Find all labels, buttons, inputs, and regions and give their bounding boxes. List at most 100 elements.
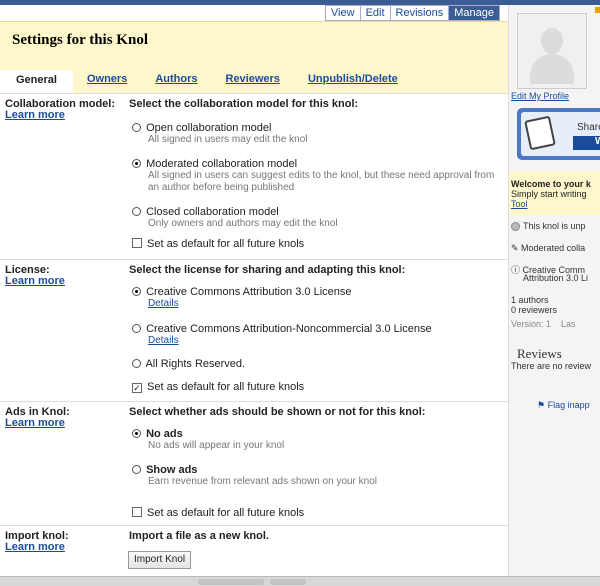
tab-unpublish-delete[interactable]: Unpublish/Delete xyxy=(308,70,398,94)
license-section: License: Learn more Select the license f… xyxy=(0,259,508,401)
flag-text: Flag inapp xyxy=(547,400,590,410)
all-rights-option[interactable]: All Rights Reserved. xyxy=(132,358,245,370)
collaboration-heading: Select the collaboration model for this … xyxy=(129,98,359,110)
welcome-text: Simply start writing xyxy=(511,189,587,199)
main-panel: View Edit Revisions Manage Settings for … xyxy=(0,5,508,576)
all-rights-title: All Rights Reserved. xyxy=(145,358,246,370)
cc-by-nc-title: Creative Commons Attribution-Noncommerci… xyxy=(146,323,432,335)
last-text: Las xyxy=(561,319,576,329)
import-knol-button[interactable]: Import Knol xyxy=(128,551,192,569)
version-text: Version: 1 xyxy=(511,319,552,329)
settings-header: Settings for this Knol General Owners Au… xyxy=(0,21,508,94)
ads-default-label: Set as default for all future knols xyxy=(147,507,305,519)
edit-profile-link[interactable]: Edit My Profile xyxy=(511,91,569,101)
scrollbar-thumb[interactable] xyxy=(198,579,264,585)
tab-reviewers[interactable]: Reviewers xyxy=(226,70,280,94)
license-default-label: Set as default for all future knols xyxy=(147,381,305,393)
learn-more-link[interactable]: Learn more xyxy=(5,541,65,553)
moderated-icon: ✎ xyxy=(511,243,522,253)
share-box: Share W xyxy=(517,108,600,160)
learn-more-link[interactable]: Learn more xyxy=(5,417,65,429)
version-line: Version: 1 Las xyxy=(511,319,576,329)
radio-all-rights[interactable] xyxy=(132,359,141,368)
no-ads-option[interactable]: No ads xyxy=(132,428,183,440)
radio-show-ads[interactable] xyxy=(132,465,141,474)
status-text: This knol is unp xyxy=(523,221,586,231)
flag-icon: ⚑ xyxy=(537,400,548,410)
share-text: Share xyxy=(577,122,600,133)
cc-by-nc-details-link[interactable]: Details xyxy=(148,335,179,346)
cc-icon: ⓘ xyxy=(511,265,523,275)
badge-icon xyxy=(595,7,600,13)
ads-section: Ads in Knol: Learn more Select whether a… xyxy=(0,401,508,525)
no-ads-title: No ads xyxy=(146,428,183,440)
moderated-text: Moderated colla xyxy=(521,243,586,253)
no-ads-desc: No ads will appear in your knol xyxy=(148,440,285,451)
tab-edit[interactable]: Edit xyxy=(361,6,391,20)
ads-heading: Select whether ads should be shown or no… xyxy=(129,406,426,418)
right-sidebar: Edit My Profile Share W Welcome to your … xyxy=(508,5,600,576)
ads-default-checkbox[interactable] xyxy=(132,507,142,517)
tab-manage[interactable]: Manage xyxy=(449,6,499,20)
closed-collab-option[interactable]: Closed collaboration model xyxy=(132,206,279,218)
moderated-collab-title: Moderated collaboration model xyxy=(146,158,298,170)
learn-more-link[interactable]: Learn more xyxy=(5,109,65,121)
flag-link[interactable]: ⚑ Flag inapp xyxy=(537,400,590,411)
tab-authors[interactable]: Authors xyxy=(155,70,197,94)
moderated-line: ✎ Moderated colla xyxy=(511,243,585,254)
page-title: Settings for this Knol xyxy=(12,32,148,48)
radio-no-ads[interactable] xyxy=(132,429,141,438)
write-button[interactable]: W xyxy=(573,136,600,150)
status-dot-icon xyxy=(511,222,520,232)
cc-by-title: Creative Commons Attribution 3.0 License xyxy=(146,286,352,298)
welcome-box: Welcome to your k Simply start writing T… xyxy=(509,171,600,215)
license-heading: Select the license for sharing and adapt… xyxy=(129,264,406,276)
collab-default-option[interactable]: Set as default for all future knols xyxy=(132,237,304,250)
radio-closed[interactable] xyxy=(132,207,141,216)
radio-cc-by-nc[interactable] xyxy=(132,324,141,333)
radio-moderated[interactable] xyxy=(132,159,141,168)
cc-by-details-link[interactable]: Details xyxy=(148,298,179,309)
reviews-title: Reviews xyxy=(517,346,562,361)
open-collab-option[interactable]: Open collaboration model xyxy=(132,122,271,134)
collab-default-label: Set as default for all future knols xyxy=(147,238,305,250)
bottom-scrollbar[interactable] xyxy=(0,576,600,586)
radio-open[interactable] xyxy=(132,123,141,132)
show-ads-option[interactable]: Show ads xyxy=(132,464,197,476)
no-reviews-text: There are no review xyxy=(511,361,592,371)
avatar xyxy=(517,13,587,89)
moderated-collab-option[interactable]: Moderated collaboration model xyxy=(132,158,297,170)
authors-count: 1 authors xyxy=(511,295,549,305)
avatar-head xyxy=(541,28,563,54)
learn-more-link[interactable]: Learn more xyxy=(5,275,65,287)
tab-general[interactable]: General xyxy=(0,70,73,94)
tab-revisions[interactable]: Revisions xyxy=(391,6,450,20)
radio-cc-by[interactable] xyxy=(132,287,141,296)
collab-default-checkbox[interactable] xyxy=(132,238,142,248)
settings-sections: Collaboration model: Learn more Select t… xyxy=(0,93,508,576)
open-collab-title: Open collaboration model xyxy=(146,122,272,134)
license-default-option[interactable]: ✓ Set as default for all future knols xyxy=(132,381,304,393)
pencil-pad-icon xyxy=(524,115,556,151)
moderated-collab-desc: All signed in users can suggest edits to… xyxy=(148,170,495,193)
cc-line2: Attribution 3.0 Li xyxy=(523,273,589,283)
settings-tabs: General Owners Authors Reviewers Unpubli… xyxy=(0,70,412,94)
open-collab-desc: All signed in users may edit the knol xyxy=(148,134,308,145)
ads-default-option[interactable]: Set as default for all future knols xyxy=(132,506,304,519)
scrollbar-thumb-2[interactable] xyxy=(270,579,306,585)
tab-view[interactable]: View xyxy=(326,6,361,20)
tab-owners[interactable]: Owners xyxy=(87,70,127,94)
closed-collab-desc: Only owners and authors may edit the kno… xyxy=(148,218,338,229)
collaboration-section: Collaboration model: Learn more Select t… xyxy=(0,93,508,259)
closed-collab-title: Closed collaboration model xyxy=(146,206,279,218)
import-heading: Import a file as a new knol. xyxy=(129,530,269,542)
import-section: Import knol: Learn more Import a file as… xyxy=(0,525,508,576)
license-default-checkbox[interactable]: ✓ xyxy=(132,383,142,393)
show-ads-desc: Earn revenue from relevant ads shown on … xyxy=(148,476,378,487)
cc-by-option[interactable]: Creative Commons Attribution 3.0 License xyxy=(132,286,352,298)
share-box-inner: Share W xyxy=(521,112,600,156)
status-line: This knol is unp xyxy=(511,221,586,232)
cc-by-nc-option[interactable]: Creative Commons Attribution-Noncommerci… xyxy=(132,323,432,335)
show-ads-title: Show ads xyxy=(146,464,198,476)
welcome-tool-link[interactable]: Tool xyxy=(511,199,600,209)
